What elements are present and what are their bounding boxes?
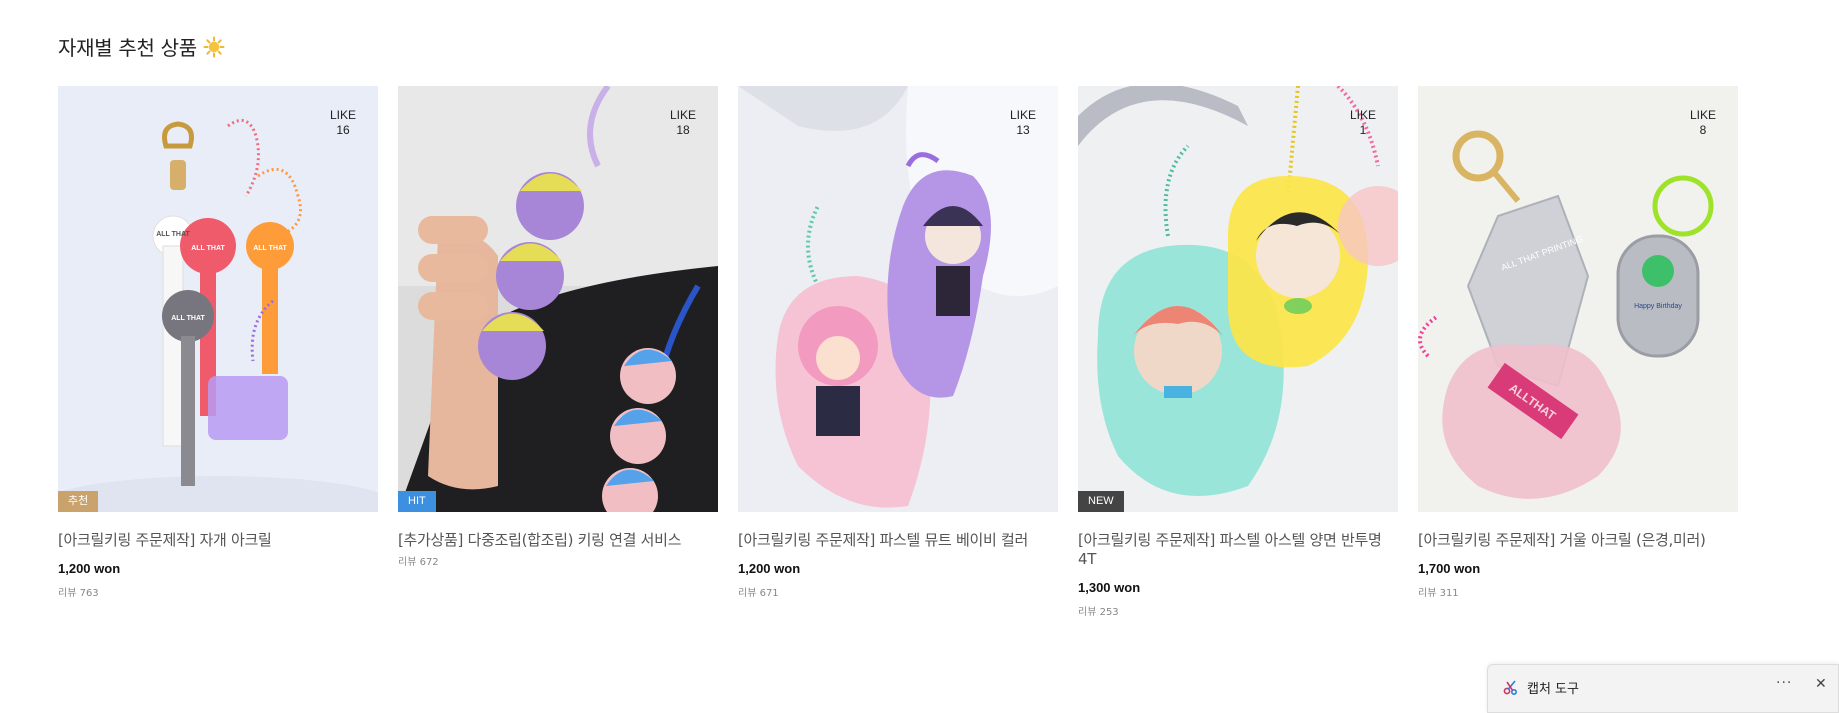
product-name[interactable]: [아크릴키링 주문제작] 파스텔 아스텔 양면 반투명 4T [1078,531,1398,569]
birthday-text: Happy Birthday [1634,303,1682,310]
review-count: 리뷰 763 [58,588,99,599]
close-button[interactable]: ✕ [1815,676,1827,692]
product-name[interactable]: [추가상품] 다중조립(합조립) 키링 연결 서비스 [398,531,718,550]
product-name[interactable]: [아크릴키링 주문제작] 거울 아크릴 (은경,미러) [1418,531,1738,550]
product-photo: ALLTHAT Happy Birthday ALL THAT PRINTING [1418,86,1738,512]
snipping-tool-label: 캡처 도구 [1527,682,1579,697]
svg-text:ALL THAT: ALL THAT [253,245,287,252]
product-price: 1,700 won [1418,561,1481,576]
section-title: 자재별 추천 상품 [58,32,225,61]
product-card[interactable]: LIKE 13 [아크릴키링 주문제작] 파스텔 뮤트 베이비 컬러 1,200… [738,86,1058,618]
like-counter[interactable]: LIKE 18 [670,108,696,138]
snipping-tool-notification[interactable]: 캡처 도구 ··· ✕ [1487,664,1839,713]
like-count: 13 [1016,123,1030,137]
like-label: LIKE [669,108,696,122]
product-card[interactable]: ALLTHAT Happy Birthday ALL THAT PRINTING… [1418,86,1738,618]
review-count: 리뷰 672 [398,557,439,568]
product-price: 1,200 won [738,561,801,576]
like-label: LIKE [329,108,356,122]
product-image[interactable]: ALL THAT ALL THAT ALL THAT ALL THAT LIKE… [58,86,378,512]
product-image[interactable]: LIKE 13 [738,86,1058,512]
product-photo [738,86,1058,512]
like-label: LIKE [1689,108,1716,122]
product-card[interactable]: LIKE 18 HIT [추가상품] 다중조립(합조립) 키링 연결 서비스 리… [398,86,718,618]
like-counter[interactable]: LIKE 8 [1690,108,1716,138]
like-counter[interactable]: LIKE 16 [330,108,356,138]
product-name[interactable]: [아크릴키링 주문제작] 자개 아크릴 [58,531,378,550]
product-photo [1078,86,1398,512]
like-count: 18 [676,123,690,137]
product-price: 1,200 won [58,561,121,576]
like-label: LIKE [1009,108,1036,122]
sun-icon [203,36,225,57]
more-options-button[interactable]: ··· [1776,675,1792,691]
product-image[interactable]: ALLTHAT Happy Birthday ALL THAT PRINTING… [1418,86,1738,512]
product-grid: ALL THAT ALL THAT ALL THAT ALL THAT LIKE… [58,86,1738,618]
like-counter[interactable]: LIKE 1 [1350,108,1376,138]
recommended-badge: 추천 [58,491,99,512]
like-label: LIKE [1349,108,1376,122]
review-count: 리뷰 311 [1418,588,1459,599]
review-count: 리뷰 671 [738,588,779,599]
product-image[interactable]: LIKE 18 HIT [398,86,718,512]
hit-badge: HIT [398,491,436,512]
product-price: 1,300 won [1078,580,1141,595]
svg-text:ALL THAT: ALL THAT [171,315,205,322]
svg-text:ALL THAT: ALL THAT [191,245,225,252]
like-count: 1 [1359,123,1367,137]
product-image[interactable]: LIKE 1 NEW [1078,86,1398,512]
svg-text:ALL THAT: ALL THAT [156,231,190,238]
like-count: 8 [1699,123,1707,137]
like-count: 16 [336,123,350,137]
review-count: 리뷰 253 [1078,607,1119,618]
section-title-text: 자재별 추천 상품 [58,36,197,60]
product-photo: ALL THAT ALL THAT ALL THAT ALL THAT [58,86,378,512]
product-card[interactable]: LIKE 1 NEW [아크릴키링 주문제작] 파스텔 아스텔 양면 반투명 4… [1078,86,1398,618]
product-photo [398,86,718,512]
product-card[interactable]: ALL THAT ALL THAT ALL THAT ALL THAT LIKE… [58,86,378,618]
scissors-icon [1503,680,1517,695]
new-badge: NEW [1078,491,1124,512]
like-counter[interactable]: LIKE 13 [1010,108,1036,138]
product-name[interactable]: [아크릴키링 주문제작] 파스텔 뮤트 베이비 컬러 [738,531,1058,550]
